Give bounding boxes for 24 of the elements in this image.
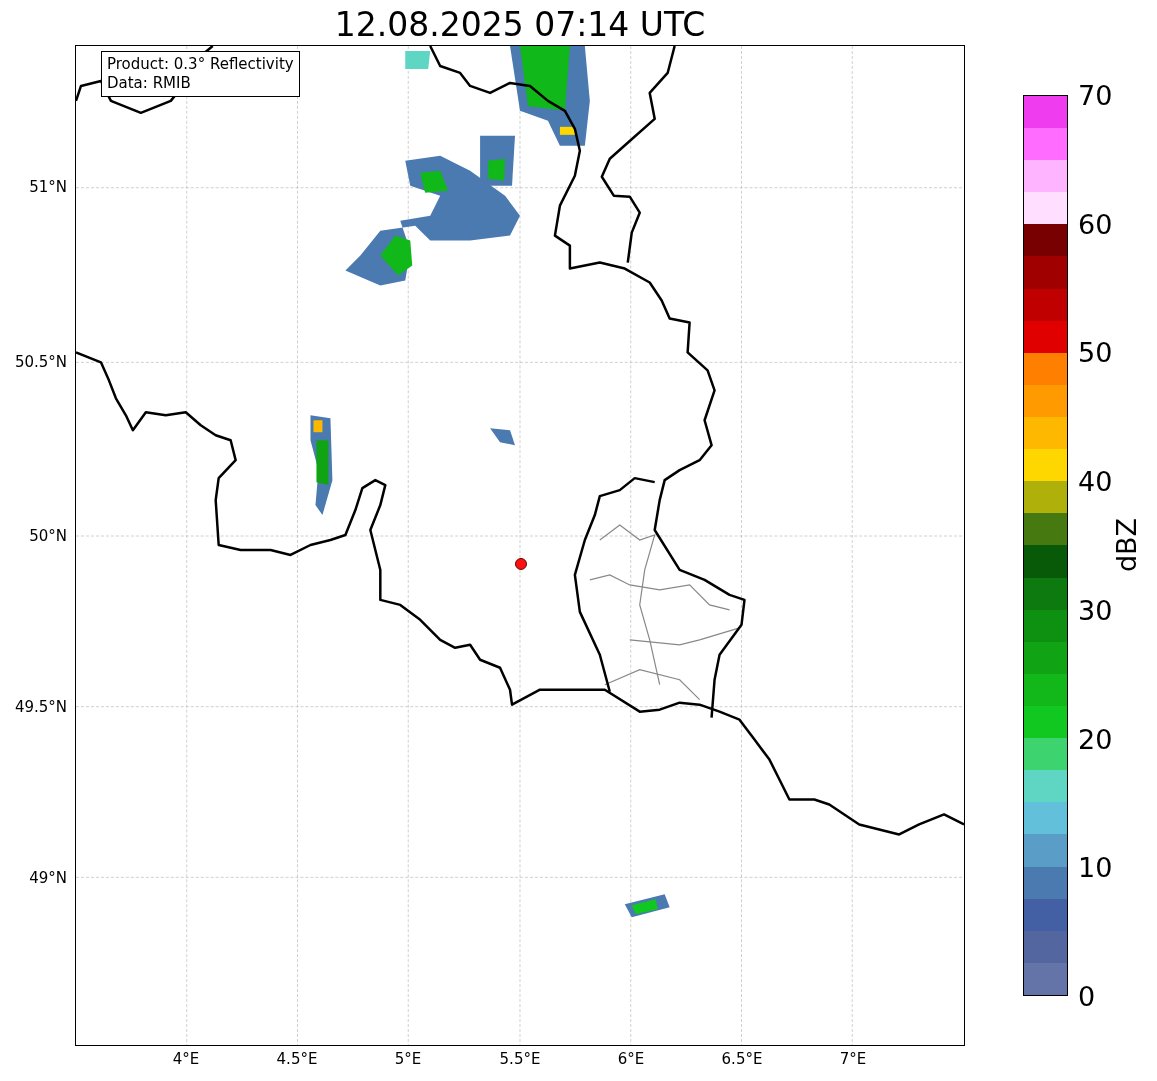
- colorbar-tick-label: 0: [1078, 982, 1096, 1010]
- longitude-label: 4°E: [172, 1050, 200, 1068]
- annotation-text: Product: 0.3° Reflectivity: [107, 55, 294, 74]
- colorbar-tick-label: 60: [1078, 210, 1113, 238]
- colorbar-tick-label: 10: [1078, 853, 1113, 881]
- longitude-label: 5.5°E: [499, 1050, 541, 1068]
- colorbar-tick-label: 20: [1078, 725, 1113, 753]
- latitude-label: 51°N: [29, 178, 67, 196]
- longitude-label: 6°E: [617, 1050, 645, 1068]
- colorbar-tick-label: 70: [1078, 81, 1113, 109]
- longitude-label: 4.5°E: [276, 1050, 318, 1068]
- colorbar-tick-label: 40: [1078, 467, 1113, 495]
- latitude-label: 50.5°N: [14, 353, 67, 371]
- chart-title: 12.08.2025 07:14 UTC: [334, 8, 706, 45]
- colorbar-tick-label: 50: [1078, 338, 1113, 366]
- latitude-label: 49.5°N: [14, 698, 67, 716]
- longitude-label: 7°E: [839, 1050, 867, 1068]
- longitude-label: 6.5°E: [721, 1050, 763, 1068]
- latitude-label: 50°N: [29, 527, 67, 545]
- latitude-label: 49°N: [29, 869, 67, 887]
- colorbar-unit-label: dBZ: [1110, 517, 1142, 573]
- longitude-label: 5°E: [394, 1050, 422, 1068]
- colorbar-tick-label: 30: [1078, 596, 1113, 624]
- annotation-text: Data: RMIB: [107, 73, 192, 93]
